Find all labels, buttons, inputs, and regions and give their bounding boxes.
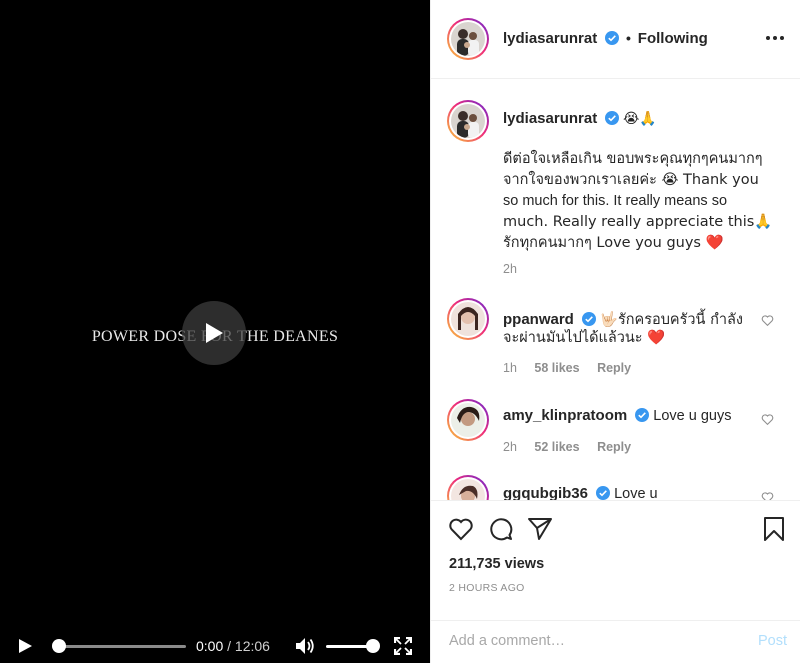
- add-comment-bar: Post: [431, 620, 800, 663]
- caption-username[interactable]: lydiasarunrat: [503, 110, 597, 127]
- play-pause-button[interactable]: [17, 638, 33, 654]
- comment-bubble-icon[interactable]: [488, 516, 514, 542]
- play-overlay-button[interactable]: [182, 301, 246, 365]
- reply-button[interactable]: Reply: [597, 440, 631, 454]
- following-button[interactable]: Following: [638, 30, 708, 47]
- caption-time: 2h: [503, 262, 517, 276]
- volume-thumb[interactable]: [366, 639, 380, 653]
- volume-icon[interactable]: [295, 637, 315, 655]
- comment-avatar[interactable]: [447, 399, 489, 441]
- comment-text: Love u guys: [653, 408, 732, 424]
- family-photo-icon: [451, 104, 485, 138]
- verified-badge-icon: [581, 312, 596, 326]
- caption-line: ดีต่อใจเหลือเกิน ขอบพระคุณทุกๆคนมากๆ: [503, 151, 763, 167]
- time-display: 0:00 / 12:06: [196, 638, 270, 654]
- post-details-panel: lydiasarunrat • Following lydiasarunrat …: [430, 0, 800, 663]
- comment-input[interactable]: [449, 633, 729, 649]
- seek-thumb[interactable]: [52, 639, 66, 653]
- header-avatar[interactable]: [447, 18, 489, 60]
- comment-header: amy_klinpratoom Love u guys: [503, 407, 731, 424]
- comment-username[interactable]: ppanward: [503, 311, 574, 328]
- seek-bar[interactable]: [58, 645, 186, 648]
- comment-avatar[interactable]: [447, 298, 489, 340]
- comment-meta: 1h 58 likes Reply: [503, 361, 631, 375]
- verified-badge-icon: [605, 31, 620, 45]
- duration: 12:06: [234, 638, 270, 654]
- family-photo-icon: [451, 22, 485, 56]
- current-time: 0:00: [196, 638, 224, 654]
- comment-likes[interactable]: 52 likes: [534, 440, 579, 454]
- caption-avatar[interactable]: [447, 100, 489, 142]
- like-comment-heart-icon[interactable]: [761, 314, 774, 327]
- caption-line: จากใจของพวกเราเลยค่ะ 😭 Thank you: [503, 172, 759, 188]
- caption-line: much. Really really appreciate this🙏: [503, 214, 773, 230]
- share-paper-plane-icon[interactable]: [527, 516, 553, 542]
- post-time-ago: 2 HOURS AGO: [449, 582, 525, 594]
- caption-line: so much for this. It really means so: [503, 193, 728, 209]
- play-icon: [206, 323, 223, 343]
- header-user-line: lydiasarunrat • Following: [503, 30, 708, 47]
- verified-badge-icon: [635, 408, 650, 422]
- caption-user-line: lydiasarunrat 😭🙏: [503, 110, 657, 127]
- comment-text-line2: จะผ่านมันไปได้แล้วนะ ❤️: [503, 330, 666, 346]
- caption-line: รักทุกคนมากๆ Love you guys ❤️: [503, 235, 724, 251]
- comment-likes[interactable]: 58 likes: [534, 361, 579, 375]
- fullscreen-icon[interactable]: [394, 637, 412, 655]
- caption-emojis: 😭🙏: [623, 111, 657, 127]
- like-comment-heart-icon[interactable]: [761, 413, 774, 426]
- instagram-post-modal: POWER DOSE FOR THE DEANES 0:00 / 12:06: [0, 0, 800, 663]
- user-photo-icon: [451, 302, 485, 336]
- views-count[interactable]: 211,735 views: [449, 556, 544, 572]
- comment-meta: 2h 52 likes Reply: [503, 440, 631, 454]
- comment-time: 1h: [503, 361, 517, 375]
- post-comment-button[interactable]: Post: [758, 633, 787, 649]
- header-username[interactable]: lydiasarunrat: [503, 30, 597, 47]
- like-heart-icon[interactable]: [448, 516, 474, 542]
- user-photo-icon: [451, 403, 485, 437]
- more-options-icon[interactable]: [765, 31, 785, 45]
- time-separator: /: [227, 638, 232, 654]
- verified-badge-icon: [605, 111, 620, 125]
- verified-badge-icon: [596, 486, 611, 500]
- caption-text: ดีต่อใจเหลือเกิน ขอบพระคุณทุกๆคนมากๆ จาก…: [503, 149, 773, 254]
- comment-text: 🤟🏻รักครอบครัวนี้ กำลัง: [599, 312, 743, 328]
- save-bookmark-icon[interactable]: [761, 516, 787, 542]
- post-actions: 211,735 views 2 HOURS AGO: [431, 500, 800, 620]
- video-player[interactable]: POWER DOSE FOR THE DEANES 0:00 / 12:06: [0, 0, 430, 663]
- comment-username[interactable]: amy_klinpratoom: [503, 407, 627, 424]
- post-header: lydiasarunrat • Following: [431, 0, 800, 79]
- comment-time: 2h: [503, 440, 517, 454]
- video-controls: 0:00 / 12:06: [0, 627, 430, 663]
- separator-dot: •: [626, 30, 631, 46]
- reply-button[interactable]: Reply: [597, 361, 631, 375]
